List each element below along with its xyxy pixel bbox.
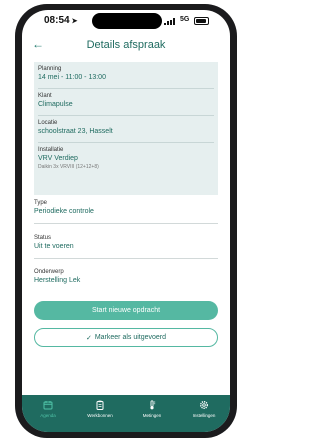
- installation-field: Installatie VRV Verdiep Daikin 3x VRVIII…: [38, 147, 214, 170]
- divider: [38, 88, 214, 89]
- subject-field: Onderwerp Herstelling Lek: [34, 269, 218, 284]
- status-field: Status Uit te voeren: [34, 235, 218, 250]
- dynamic-island: [92, 13, 162, 29]
- planning-value: 14 mei - 11:00 - 13:00: [38, 74, 106, 81]
- installation-subtitle: Daikin 3x VRVIII (12+12+8): [38, 164, 99, 170]
- app-screen: 08:54 ➤ 5G ← Details afspraak Planning 14…: [22, 10, 230, 432]
- tab-agenda[interactable]: Agenda: [24, 400, 72, 432]
- client-field: Klant Climapulse: [38, 93, 214, 108]
- mark-done-label: Markeer als uitgevoerd: [94, 334, 167, 341]
- subject-value: Herstelling Lek: [34, 277, 81, 284]
- installation-label: Installatie: [38, 147, 64, 153]
- tab-metingen[interactable]: Metingen: [128, 400, 176, 432]
- start-new-job-button[interactable]: Start nieuwe opdracht: [34, 301, 218, 320]
- network-label: 5G: [180, 16, 190, 23]
- planning-field: Planning 14 mei - 11:00 - 13:00: [38, 66, 214, 81]
- status-label: Status: [34, 235, 52, 241]
- client-label: Klant: [38, 93, 52, 99]
- divider: [34, 258, 218, 259]
- subject-label: Onderwerp: [34, 269, 64, 275]
- planning-label: Planning: [38, 66, 62, 72]
- tab-agenda-label: Agenda: [40, 413, 56, 418]
- type-label: Type: [34, 200, 48, 206]
- appointment-card: Planning 14 mei - 11:00 - 13:00 Klant Cl…: [34, 62, 218, 195]
- tab-werkbonnen[interactable]: Werkbonnen: [76, 400, 124, 432]
- divider: [38, 142, 214, 143]
- installation-value: VRV Verdiep: [38, 155, 78, 162]
- bottom-tab-bar: Agenda Werkbonnen Metingen Instellingen: [22, 395, 230, 432]
- battery-icon: [194, 17, 209, 25]
- divider: [38, 115, 214, 116]
- location-label: Locatie: [38, 120, 58, 126]
- status-bar: 08:54 ➤ 5G: [22, 10, 230, 32]
- calendar-icon: [43, 401, 53, 410]
- divider: [34, 223, 218, 224]
- location-arrow-icon: ➤: [71, 18, 78, 25]
- page-title: Details afspraak: [86, 39, 166, 51]
- tab-instellingen-label: Instellingen: [192, 413, 216, 418]
- gear-icon: [200, 401, 208, 409]
- tab-instellingen[interactable]: Instellingen: [180, 400, 228, 432]
- clipboard-icon: [96, 400, 104, 410]
- check-icon: ✓: [85, 334, 92, 342]
- mark-done-button[interactable]: ✓ Markeer als uitgevoerd: [34, 328, 218, 347]
- thermometer-icon: [150, 400, 156, 410]
- tab-metingen-label: Metingen: [142, 413, 162, 418]
- status-time: 08:54 ➤: [44, 15, 78, 26]
- signal-icon: [164, 18, 175, 25]
- client-value: Climapulse: [38, 101, 73, 108]
- tab-werkbonnen-label: Werkbonnen: [87, 413, 113, 418]
- location-field: Locatie schoolstraat 23, Hasselt: [38, 120, 214, 135]
- status-value: Uit te voeren: [34, 243, 74, 250]
- location-value: schoolstraat 23, Hasselt: [38, 128, 113, 135]
- type-field: Type Periodieke controle: [34, 200, 218, 215]
- page-header: ← Details afspraak: [22, 34, 230, 60]
- type-value: Periodieke controle: [34, 208, 94, 215]
